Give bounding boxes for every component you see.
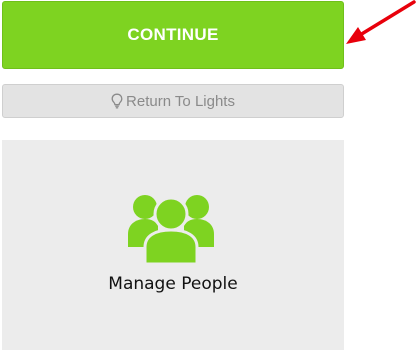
people-group-icon: [128, 195, 214, 264]
red-arrow-icon: [346, 0, 416, 44]
return-to-lights-label: Return To Lights: [126, 92, 235, 110]
continue-button[interactable]: CONTINUE: [2, 1, 344, 69]
manage-people-tile[interactable]: Manage People: [2, 140, 344, 350]
return-to-lights-button[interactable]: Return To Lights: [2, 84, 344, 118]
lightbulb-icon: [111, 93, 123, 109]
manage-people-label: Manage People: [108, 274, 238, 294]
